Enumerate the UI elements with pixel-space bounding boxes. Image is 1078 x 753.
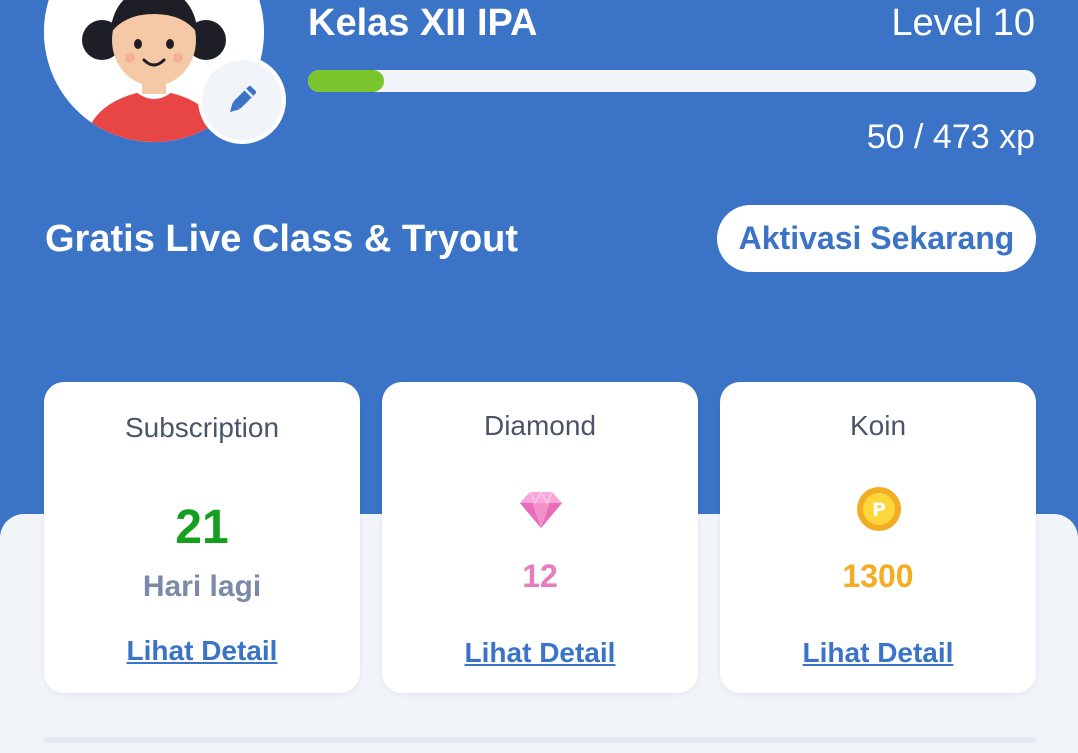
card-title: Subscription <box>124 412 280 443</box>
class-name: Kelas XII IPA <box>308 2 538 44</box>
diamond-card[interactable]: Diamond 12 Lihat Detail <box>382 382 698 693</box>
activate-now-button[interactable]: Aktivasi Sekarang <box>717 205 1036 272</box>
diamond-icon <box>518 486 564 532</box>
coin-icon: P <box>856 486 902 532</box>
koin-detail-link[interactable]: Lihat Detail <box>720 637 1036 669</box>
xp-progress-fill <box>308 70 385 92</box>
edit-profile-button[interactable] <box>198 56 286 144</box>
level-label: Level 10 <box>891 2 1035 44</box>
diamond-value: 12 <box>522 558 558 594</box>
koin-card[interactable]: Koin P 1300 Lihat Detail <box>720 382 1036 693</box>
card-title: Diamond <box>483 410 597 441</box>
xp-text: 50 / 473 xp <box>866 118 1035 156</box>
subscription-card[interactable]: Subscription 21 Hari lagi Lihat Detail <box>44 382 360 693</box>
card-title: Koin <box>849 410 907 441</box>
subscription-days-value: 21 <box>175 501 229 554</box>
svg-text:P: P <box>872 499 886 521</box>
subscription-detail-link[interactable]: Lihat Detail <box>44 635 360 667</box>
koin-value: 1300 <box>842 558 914 594</box>
promo-text: Gratis Live Class & Tryout <box>45 218 519 260</box>
pencil-icon <box>229 85 257 113</box>
section-divider <box>44 737 1036 743</box>
subscription-days-unit: Hari lagi <box>142 570 262 603</box>
diamond-detail-link[interactable]: Lihat Detail <box>382 637 698 669</box>
xp-progress-bar <box>308 70 1036 92</box>
